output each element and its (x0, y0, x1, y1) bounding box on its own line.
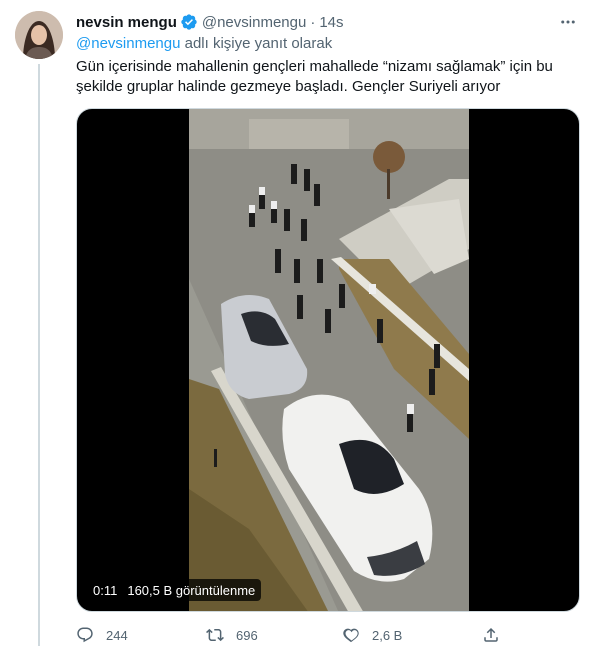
tweet-text: Gün içerisinde mahallenin gençleri mahal… (76, 57, 576, 97)
tweet-actions: 244 696 2,6 B (76, 624, 516, 646)
like-button[interactable]: 2,6 B (342, 624, 402, 646)
like-icon (343, 628, 359, 643)
retweet-button[interactable]: 696 (206, 624, 258, 646)
tweet-time[interactable]: 14s (319, 14, 343, 31)
reply-icon (77, 627, 93, 643)
avatar[interactable] (15, 11, 63, 59)
thread-line (38, 64, 40, 646)
reply-button[interactable]: 244 (76, 624, 128, 646)
retweet-count: 696 (236, 627, 258, 643)
video-player[interactable]: 0:11 160,5 B görüntülenme (76, 108, 580, 612)
reply-context: @nevsinmengu adlı kişiye yanıt olarak (76, 35, 332, 52)
tweet-text-line: Gün içerisinde mahallenin gençleri mahal… (76, 58, 553, 75)
author-name[interactable]: nevsin mengu (76, 14, 177, 31)
share-button[interactable] (482, 624, 500, 646)
video-duration: 0:11 (93, 582, 118, 598)
separator-dot: · (310, 13, 316, 31)
tweet-text-line: şekilde gruplar halinde gezmeye başladı.… (76, 78, 501, 95)
verified-badge-icon (180, 13, 198, 31)
avatar-image (15, 11, 63, 59)
author-handle[interactable]: @nevsinmengu (202, 14, 306, 31)
reply-mention-link[interactable]: @nevsinmengu (76, 35, 180, 52)
video-views: 160,5 B görüntülenme (127, 582, 256, 598)
video-info-chip: 0:11 160,5 B görüntülenme (87, 579, 262, 601)
reply-context-text: adlı kişiye yanıt olarak (184, 35, 333, 52)
reply-count: 244 (106, 627, 128, 643)
tweet-header: nevsin mengu @nevsinmengu · 14s (76, 12, 344, 32)
share-icon (484, 627, 498, 642)
video-thumbnail (189, 109, 469, 611)
retweet-icon (206, 628, 224, 642)
more-icon (561, 20, 575, 24)
like-count: 2,6 B (372, 627, 403, 643)
more-button[interactable] (554, 10, 582, 34)
